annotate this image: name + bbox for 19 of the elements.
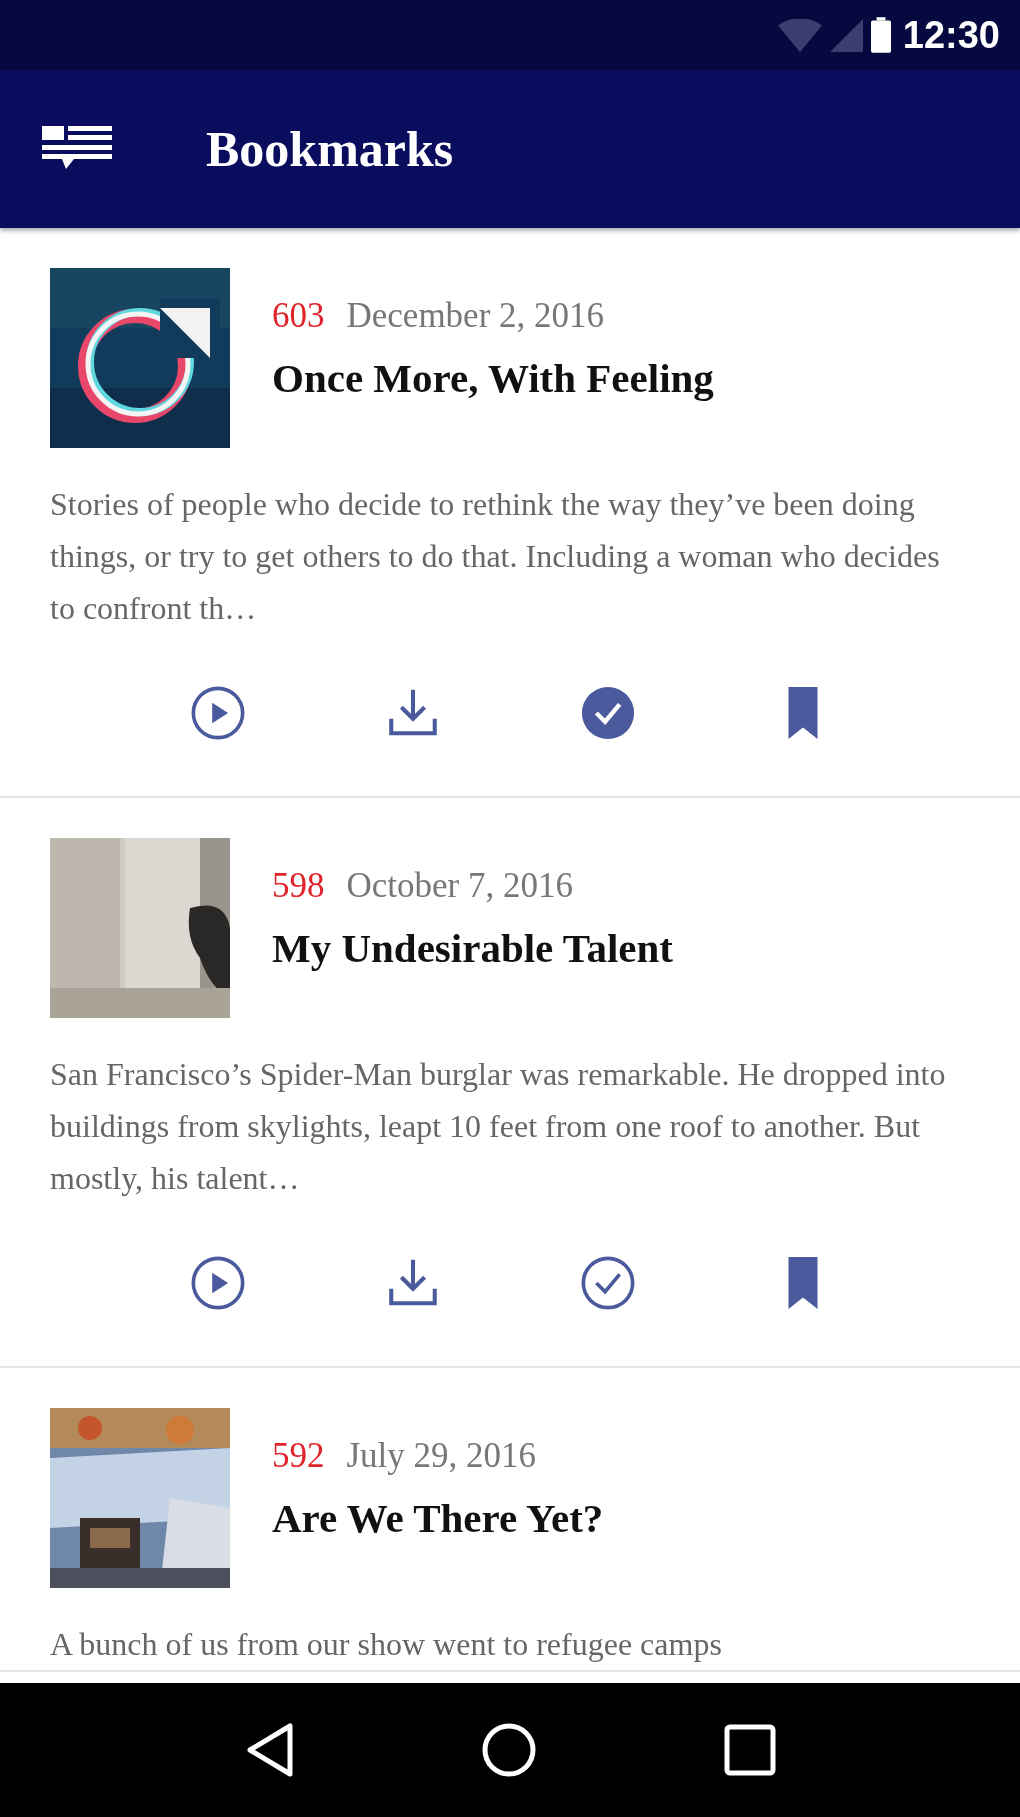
episode-title[interactable]: Once More, With Feeling: [272, 354, 714, 402]
episode-number: 603: [272, 296, 325, 336]
episode-date: December 2, 2016: [346, 296, 605, 336]
episode-title[interactable]: Are We There Yet?: [272, 1494, 604, 1542]
screen-title: Bookmarks: [206, 120, 454, 178]
episode-number: 592: [272, 1436, 325, 1476]
episode-number: 598: [272, 866, 325, 906]
episode-title[interactable]: My Undesirable Talent: [272, 924, 673, 972]
episode-description: Stories of people who decide to rethink the way they’ve been doing things, or try to get others to do that. Including a woman who decides to confront th…: [50, 485, 941, 628]
episode-date: October 7, 2016: [346, 866, 573, 906]
signal-icon: [829, 18, 863, 52]
episode-date: July 29, 2016: [346, 1436, 537, 1476]
episode-description: A bunch of us from our show went to refugee camps: [50, 1625, 723, 1664]
battery-icon: [870, 17, 891, 53]
episode-description: San Francisco’s Spider-Man burglar was remarkable. He dropped into buildings from skylights, leapt 10 feet from one roof to another. But mostly, his talent…: [50, 1055, 947, 1198]
home-icon[interactable]: [481, 1722, 537, 1778]
wifi-icon: [777, 18, 822, 52]
status-time: 12:30: [902, 13, 1000, 57]
recents-icon[interactable]: [724, 1724, 777, 1776]
